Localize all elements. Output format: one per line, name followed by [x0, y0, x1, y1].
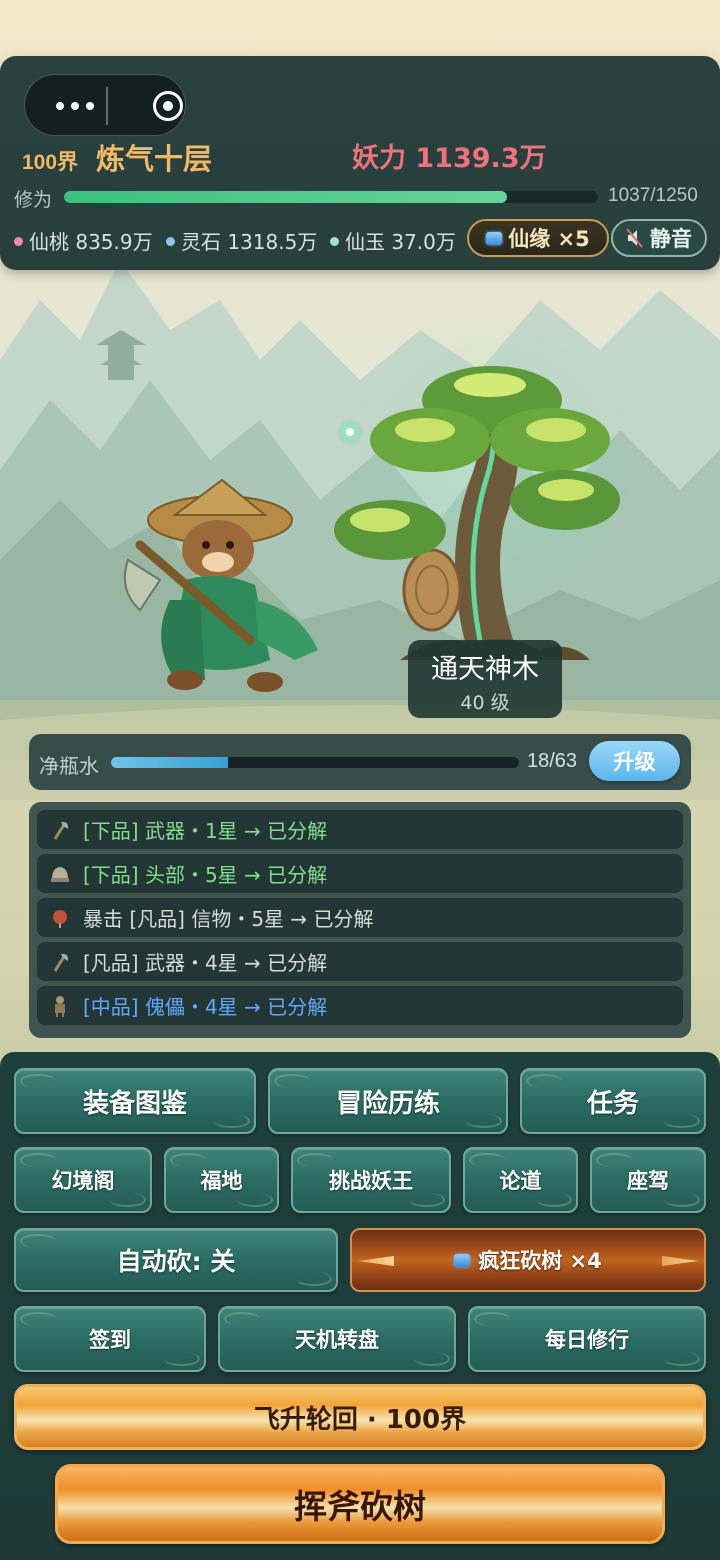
- xianyuan-button[interactable]: 仙缘 ×5: [467, 219, 609, 257]
- challenge-demon-king-button[interactable]: 挑战妖王: [291, 1147, 451, 1213]
- resource-jade: 仙玉 37.0万: [330, 226, 456, 255]
- capsule-divider: [106, 87, 108, 125]
- resource-peach: 仙桃 835.9万: [14, 226, 153, 255]
- helmet-icon: [51, 866, 69, 882]
- debate-button[interactable]: 论道: [463, 1147, 578, 1213]
- resource-spirit-stone: 灵石 1318.5万: [166, 226, 317, 255]
- mount-button[interactable]: 座驾: [590, 1147, 706, 1213]
- speaker-muted-icon: [626, 228, 643, 248]
- puppet-icon: [55, 995, 65, 1017]
- resource-spirit-stone-label: 灵石 1318.5万: [181, 230, 318, 254]
- ascend-rebirth-button[interactable]: 飞升轮回 · 100界: [14, 1384, 706, 1450]
- crazy-chop-button[interactable]: 疯狂砍树 ×4: [350, 1228, 706, 1292]
- log-item: 暴击 [凡品] 信物・5星 → 已分解: [37, 898, 683, 937]
- log-text: [凡品] 武器・4星 → 已分解: [83, 951, 328, 975]
- tree-name: 通天神木: [431, 654, 539, 685]
- xiuwei-progress-fill: [64, 191, 507, 203]
- resource-peach-label: 仙桃 835.9万: [29, 230, 153, 254]
- water-progress-bar: [111, 757, 519, 768]
- xiuwei-label: 修为: [14, 189, 53, 211]
- water-panel: 净瓶水 18/63 升级: [29, 734, 691, 790]
- mute-label: 静音: [650, 227, 692, 251]
- log-item: [下品] 头部・5星 → 已分解: [37, 854, 683, 893]
- axe-icon: [53, 953, 69, 972]
- log-item: [凡品] 武器・4星 → 已分解: [37, 942, 683, 981]
- mute-button[interactable]: 静音: [611, 219, 707, 257]
- tree-level: 40 级: [460, 692, 510, 714]
- gem-icon: [454, 1253, 471, 1267]
- mini-program-capsule: [24, 74, 186, 136]
- log-text: [中品] 傀儡・4星 → 已分解: [83, 995, 328, 1019]
- wing-left-decoration: [358, 1256, 394, 1266]
- power-value: 妖力 1139.3万: [352, 143, 547, 174]
- resource-jade-label: 仙玉 37.0万: [345, 230, 456, 254]
- log-text: 暴击 [凡品] 信物・5星 → 已分解: [83, 907, 374, 931]
- log-item: [下品] 武器・1星 → 已分解: [37, 810, 683, 849]
- realm-name: 炼气十层: [96, 142, 213, 176]
- loot-log: [下品] 武器・1星 → 已分解 [下品] 头部・5星 → 已分解 暴击 [凡品…: [29, 802, 691, 1038]
- water-label: 净瓶水: [39, 754, 99, 778]
- xiuwei-progress-bar: [64, 191, 598, 203]
- water-value: 18/63: [527, 750, 578, 772]
- upgrade-button[interactable]: 升级: [589, 741, 680, 781]
- log-text: [下品] 头部・5星 → 已分解: [83, 863, 328, 887]
- token-icon: [53, 909, 67, 928]
- quest-button[interactable]: 任务: [520, 1068, 706, 1134]
- tree-info-card[interactable]: 通天神木 40 级: [408, 640, 562, 718]
- spirit-stone-dot-icon: [166, 237, 175, 246]
- fortune-wheel-button[interactable]: 天机转盘: [218, 1306, 456, 1372]
- daily-cultivation-button[interactable]: 每日修行: [468, 1306, 706, 1372]
- log-item: [中品] 傀儡・4星 → 已分解: [37, 986, 683, 1025]
- jade-dot-icon: [330, 237, 339, 246]
- xiuwei-value: 1037/1250: [608, 185, 698, 206]
- axe-icon: [53, 821, 69, 840]
- equipment-codex-button[interactable]: 装备图鉴: [14, 1068, 256, 1134]
- log-text: [下品] 武器・1星 → 已分解: [83, 819, 328, 843]
- adventure-button[interactable]: 冒险历练: [268, 1068, 508, 1134]
- xianyuan-label: 仙缘 ×5: [508, 227, 590, 251]
- realm-tag: 100界: [22, 151, 79, 174]
- blessed-land-button[interactable]: 福地: [164, 1147, 279, 1213]
- auto-chop-toggle[interactable]: 自动砍: 关: [14, 1228, 338, 1292]
- crazy-chop-label: 疯狂砍树 ×4: [478, 1249, 602, 1273]
- chop-tree-button[interactable]: 挥斧砍树: [55, 1464, 665, 1544]
- water-progress-fill: [111, 757, 228, 768]
- peach-dot-icon: [14, 237, 23, 246]
- wing-right-decoration: [662, 1256, 698, 1266]
- close-target-icon[interactable]: [153, 91, 183, 121]
- illusion-pavilion-button[interactable]: 幻境阁: [14, 1147, 152, 1213]
- gem-icon: [486, 231, 503, 245]
- checkin-button[interactable]: 签到: [14, 1306, 206, 1372]
- more-options-icon[interactable]: [45, 91, 105, 121]
